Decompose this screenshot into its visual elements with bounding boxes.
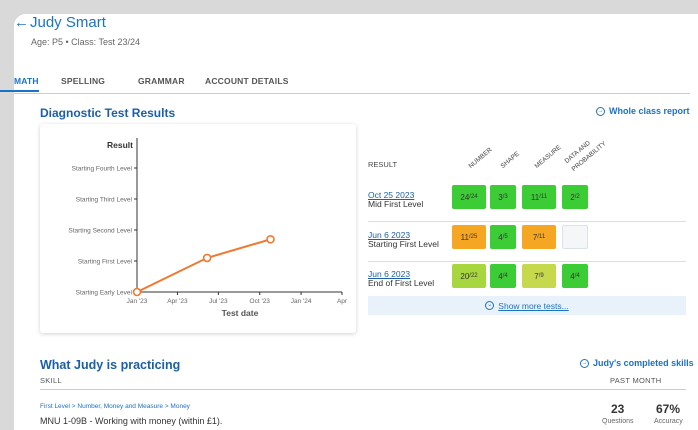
score-total: /11 [539, 194, 548, 200]
score-total: /25 [468, 234, 478, 240]
y-tick-label: Starting Second Level [68, 228, 132, 235]
score-total: /24 [469, 194, 478, 200]
score-total: /2 [574, 194, 580, 200]
questions-label: Questions [602, 418, 634, 425]
arrow-right-circle-icon: → [596, 106, 605, 116]
student-name: Judy Smart [30, 14, 106, 31]
page-header: ←Judy Smart [14, 14, 106, 32]
score-total: /22 [469, 273, 478, 279]
x-axis-title: Test date [222, 308, 259, 318]
score-cell: 7/11 [522, 225, 556, 249]
score-cell: 20/22 [452, 264, 486, 288]
arrow-left-icon[interactable]: ← [14, 14, 30, 31]
tab-bar: MATH SPELLING GRAMMAR ACCOUNT DETAILS [0, 76, 690, 94]
show-more-label: Show more tests... [498, 300, 569, 311]
tab-spelling[interactable]: SPELLING [61, 76, 105, 86]
results-chart-card: Result Starting Early Level Starting First… [40, 124, 356, 333]
x-tick-label: Jan '23 [127, 298, 148, 305]
divider [40, 389, 686, 390]
show-more-tests-button[interactable]: ⌄ Show more tests... [368, 296, 686, 315]
score-cell [562, 225, 588, 249]
x-tick-label: Oct '23 [250, 298, 271, 305]
test-row: Oct 25 2023 Mid First Level 24/24 3/3 11/11 2… [368, 182, 686, 222]
completed-skills-label: Judy's completed skills [593, 358, 694, 368]
test-row: Jun 6 2023 Starting First Level 11/25 4/5 7/… [368, 222, 686, 262]
whole-class-report-label: Whole class report [609, 106, 690, 116]
questions-count: 23 [611, 402, 625, 416]
score-cell: 11/11 [522, 185, 556, 209]
result-column-header: RESULT [368, 160, 398, 169]
result-point [266, 235, 275, 244]
tab-grammar[interactable]: GRAMMAR [138, 76, 185, 86]
score-cell: 2/2 [562, 185, 588, 209]
x-tick-label: Jul '23 [209, 298, 228, 305]
chevron-down-circle-icon: ⌄ [485, 301, 495, 310]
y-tick-label: Starting Fourth Level [72, 166, 133, 173]
score-total: /11 [537, 234, 546, 240]
skill-name: MNU 1-09B - Working with money (within £… [40, 416, 223, 426]
skill-path[interactable]: First Level > Number, Money and Measure … [40, 403, 190, 410]
accuracy-value: 67% [656, 402, 681, 416]
test-level: Starting First Level [368, 239, 439, 249]
tab-math[interactable]: MATH [0, 76, 39, 92]
test-level: End of First Level [368, 278, 435, 288]
score-value: 11 [460, 232, 469, 242]
y-tick-label: Starting Early Level [76, 290, 133, 297]
arrow-right-circle-icon: → [580, 358, 589, 368]
results-chart: Result Starting Early Level Starting First… [68, 138, 348, 318]
test-level: Mid First Level [368, 199, 424, 209]
score-total: /4 [502, 273, 508, 279]
student-meta: Age: P5 • Class: Test 23/24 [31, 37, 141, 47]
score-cell: 4/4 [562, 264, 588, 288]
score-total: /5 [502, 234, 508, 240]
tab-account-details[interactable]: ACCOUNT DETAILS [205, 76, 289, 86]
result-line [136, 238, 271, 293]
y-tick-label: Starting First Level [78, 259, 133, 266]
chart-y-title: Result [107, 140, 133, 150]
completed-skills-link[interactable]: → Judy's completed skills [580, 358, 694, 368]
skill-column-header: SKILL [40, 376, 62, 385]
score-value: 11 [530, 192, 540, 202]
score-cell: 4/5 [490, 225, 516, 249]
score-cell: 24/24 [452, 185, 486, 209]
score-cell: 4/4 [490, 264, 516, 288]
score-total: /9 [538, 273, 544, 279]
score-value: 24 [460, 192, 470, 202]
y-tick-label: Starting Third Level [76, 197, 133, 204]
test-row: Jun 6 2023 End of First Level 20/22 4/4 7/9 4… [368, 261, 686, 301]
score-total: /3 [502, 194, 508, 200]
score-cell: 3/3 [490, 185, 516, 209]
past-month-header: PAST MONTH [610, 376, 662, 385]
score-value: 20 [460, 271, 470, 281]
diagnostic-title: Diagnostic Test Results [40, 106, 176, 120]
accuracy-label: Accuracy [654, 418, 683, 425]
x-tick-label: Apr [337, 298, 348, 305]
result-point [202, 253, 212, 263]
score-total: /4 [574, 273, 580, 279]
result-point [132, 287, 142, 297]
score-cell: 11/25 [452, 225, 486, 249]
score-cell: 7/9 [522, 264, 556, 288]
whole-class-report-link[interactable]: → Whole class report [596, 106, 690, 116]
x-tick-label: Jan '24 [291, 298, 312, 305]
x-tick-label: Apr '23 [167, 298, 188, 305]
practicing-title: What Judy is practicing [40, 358, 181, 372]
